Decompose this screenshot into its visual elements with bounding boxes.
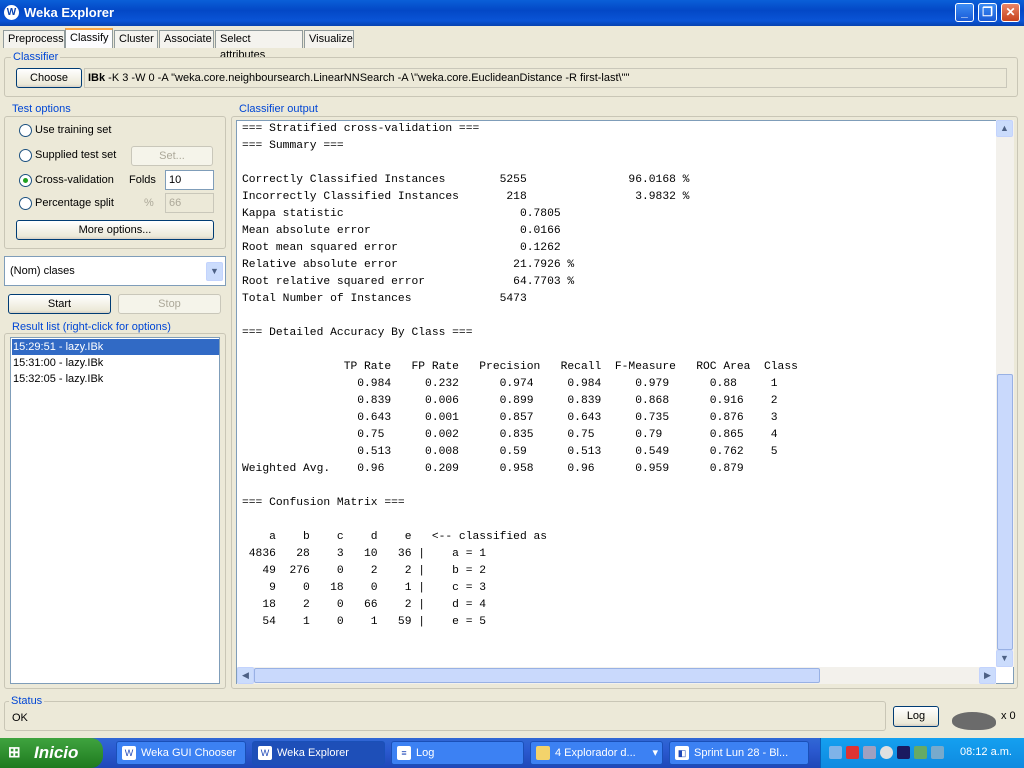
- volume-icon[interactable]: [863, 746, 876, 759]
- weka-app-icon: W: [4, 5, 19, 20]
- result-list-item[interactable]: 15:32:05 - lazy.IBk: [12, 371, 219, 387]
- choose-button[interactable]: Choose: [16, 68, 82, 88]
- scroll-up-icon[interactable]: ▲: [996, 120, 1013, 137]
- classifier-output-label: Classifier output: [237, 103, 320, 115]
- status-label: Status: [9, 695, 45, 707]
- task-label: Sprint Lun 28 - Bl...: [694, 747, 789, 759]
- percent-input[interactable]: 66: [165, 193, 214, 213]
- log-button[interactable]: Log: [893, 706, 939, 727]
- status-group: [4, 701, 886, 731]
- classifier-config-field[interactable]: IBk -K 3 -W 0 -A "weka.core.neighboursea…: [84, 68, 1007, 88]
- taskbar-item-log[interactable]: ≡ Log: [391, 741, 524, 765]
- maximize-button[interactable]: ❐: [978, 3, 997, 22]
- tab-classify[interactable]: Classify: [65, 28, 113, 48]
- classifier-name: IBk: [88, 72, 106, 84]
- close-button[interactable]: ✕: [1001, 3, 1020, 22]
- weka-bird-icon: [952, 712, 996, 730]
- system-tray: 08:12 a.m.: [820, 738, 1024, 768]
- dropdown-arrow-icon: ▾: [652, 747, 658, 759]
- classifier-group-label: Classifier: [11, 51, 61, 63]
- percentage-split-radio[interactable]: [19, 197, 32, 210]
- taskbar-item-weka-gui-chooser[interactable]: W Weka GUI Chooser: [116, 741, 246, 765]
- result-list-label: Result list (right-click for options): [10, 321, 173, 333]
- set-button[interactable]: Set...: [131, 146, 213, 166]
- classifier-output-text: === Stratified cross-validation === === …: [242, 123, 798, 628]
- chevron-down-icon[interactable]: ▼: [206, 262, 223, 281]
- vertical-scroll-thumb[interactable]: [997, 374, 1013, 650]
- weka-icon: W: [122, 746, 136, 760]
- window-title: Weka Explorer: [24, 5, 115, 20]
- output-horizontal-scrollbar[interactable]: ◀ ▶: [237, 667, 996, 684]
- clock: 08:12 a.m.: [960, 746, 1012, 758]
- minimize-button[interactable]: _: [955, 3, 974, 22]
- task-label: Log: [416, 747, 435, 759]
- document-icon: ≡: [397, 746, 411, 760]
- horizontal-scroll-thumb[interactable]: [254, 668, 820, 683]
- task-label: Weka Explorer: [277, 747, 349, 759]
- more-options-button[interactable]: More options...: [16, 220, 214, 240]
- result-list-item[interactable]: 15:29:51 - lazy.IBk: [12, 339, 219, 355]
- task-label: Weka GUI Chooser: [141, 747, 237, 759]
- main-tabs: Preprocess Classify Cluster Associate Se…: [0, 28, 1024, 61]
- window-titlebar: W Weka Explorer _ ❐ ✕: [0, 0, 1024, 26]
- output-vertical-scrollbar[interactable]: ▲ ▼: [996, 120, 1014, 667]
- use-training-radio[interactable]: [19, 124, 32, 137]
- tab-cluster[interactable]: Cluster: [114, 30, 158, 48]
- task-label: 4 Explorador d...: [555, 747, 636, 759]
- percent-symbol: %: [144, 197, 154, 209]
- start-button[interactable]: Start: [8, 294, 111, 314]
- scroll-left-icon[interactable]: ◀: [237, 667, 254, 684]
- cross-validation-label: Cross-validation: [35, 174, 114, 186]
- class-select[interactable]: (Nom) clases ▼: [4, 256, 226, 286]
- result-list-item[interactable]: 15:31:00 - lazy.IBk: [12, 355, 219, 371]
- tab-visualize[interactable]: Visualize: [304, 30, 354, 48]
- tab-select-attributes[interactable]: Select attributes: [215, 30, 303, 61]
- taskbar: ⊞ Inicio W Weka GUI Chooser W Weka Explore…: [0, 738, 1024, 768]
- result-list[interactable]: 15:29:51 - lazy.IBk 15:31:00 - lazy.IBk …: [10, 337, 220, 684]
- security-shield-icon[interactable]: [846, 746, 859, 759]
- supplied-test-radio[interactable]: [19, 149, 32, 162]
- folds-label: Folds: [129, 174, 156, 186]
- stop-button[interactable]: Stop: [118, 294, 221, 314]
- browser-icon: ◧: [675, 746, 689, 760]
- start-button-taskbar[interactable]: ⊞ Inicio: [0, 738, 103, 768]
- scroll-right-icon[interactable]: ▶: [979, 667, 996, 684]
- classifier-output-text-area[interactable]: === Stratified cross-validation === === …: [236, 120, 1014, 684]
- network-icon[interactable]: [829, 746, 842, 759]
- taskbar-item-weka-explorer[interactable]: W Weka Explorer: [252, 741, 385, 765]
- percentage-split-label: Percentage split: [35, 197, 114, 209]
- cross-validation-radio[interactable]: [19, 174, 32, 187]
- folder-icon: [536, 746, 550, 760]
- test-options-label: Test options: [10, 103, 73, 115]
- scroll-down-icon[interactable]: ▼: [996, 650, 1013, 667]
- taskbar-item-sprint[interactable]: ◧ Sprint Lun 28 - Bl...: [669, 741, 809, 765]
- taskbar-item-explorer[interactable]: 4 Explorador d... ▾: [530, 741, 663, 765]
- device-icon[interactable]: [914, 746, 927, 759]
- antivirus-icon[interactable]: [897, 746, 910, 759]
- connection-icon[interactable]: [931, 746, 944, 759]
- task-count: x 0: [1001, 710, 1016, 722]
- start-label: Inicio: [34, 743, 79, 762]
- classifier-options: -K 3 -W 0 -A "weka.core.neighboursearch.…: [105, 72, 630, 84]
- disk-icon[interactable]: [880, 746, 893, 759]
- class-select-value: (Nom) clases: [10, 265, 75, 277]
- folds-input[interactable]: 10: [165, 170, 214, 190]
- status-text: OK: [12, 712, 28, 724]
- weka-icon: W: [258, 746, 272, 760]
- tab-preprocess[interactable]: Preprocess: [3, 30, 65, 48]
- windows-flag-icon: ⊞: [8, 744, 21, 761]
- supplied-test-label: Supplied test set: [35, 149, 117, 161]
- tab-associate[interactable]: Associate: [159, 30, 214, 48]
- use-training-label: Use training set: [35, 124, 112, 136]
